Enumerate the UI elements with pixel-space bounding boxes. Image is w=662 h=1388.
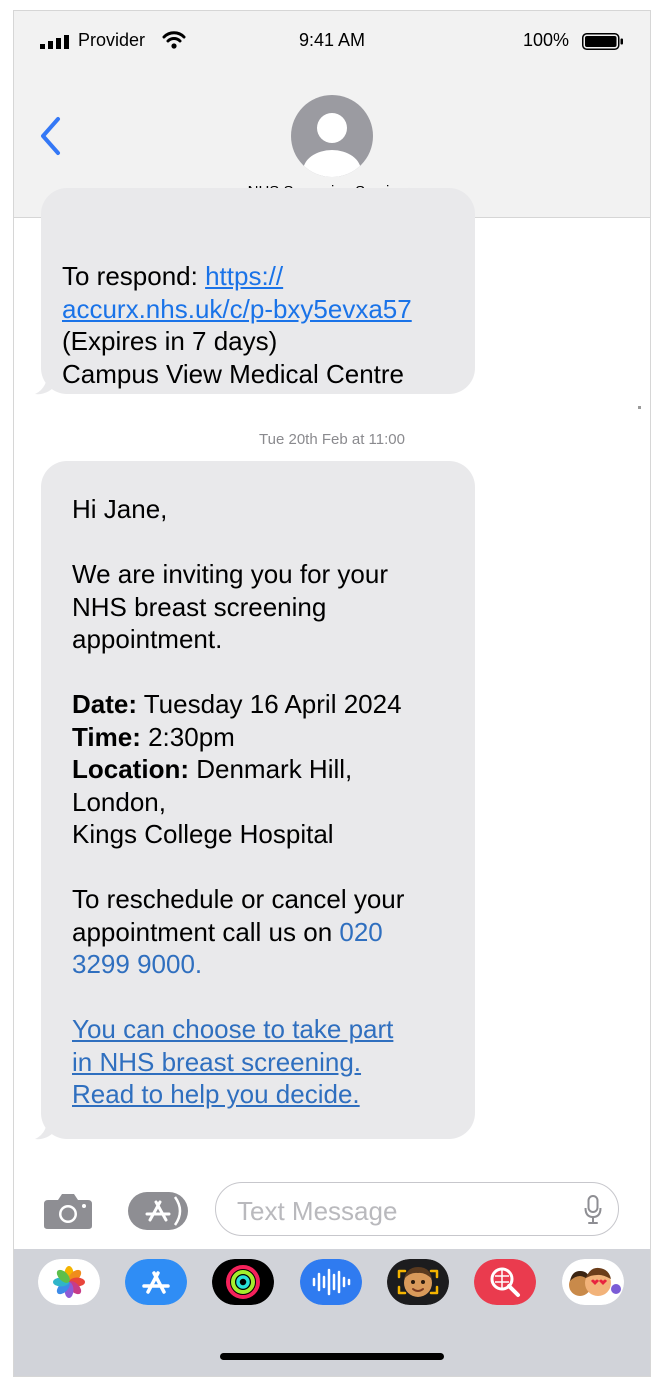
contact-avatar-icon[interactable]	[291, 95, 373, 177]
date-value: Tuesday 16 April 2024	[137, 689, 402, 719]
location-label: Location:	[72, 754, 189, 784]
message-text: Hi Jane, We are inviting you for your NH…	[72, 493, 467, 1111]
screening-info-link[interactable]: in NHS breast screening.	[72, 1047, 361, 1077]
image-search-app-icon[interactable]	[474, 1259, 536, 1305]
activity-app-icon[interactable]	[212, 1259, 274, 1305]
message-text: To respond: https:// accurx.nhs.uk/c/p-b…	[62, 260, 412, 390]
screening-info-link-line[interactable]: You can choose to take part	[72, 1013, 467, 1046]
incoming-message-bubble: To respond: https:// accurx.nhs.uk/c/p-b…	[41, 188, 475, 394]
location-value: Denmark Hill,	[189, 754, 353, 784]
location-line: London,	[72, 786, 166, 817]
reschedule-line: To reschedule or cancel your	[72, 884, 405, 914]
camera-icon[interactable]	[43, 1192, 93, 1230]
scroll-indicator	[638, 406, 641, 409]
phone-number-link[interactable]: 020	[339, 917, 382, 947]
bubble-tail-icon	[35, 375, 53, 395]
expiry-note: (Expires in 7 days)	[62, 326, 278, 356]
screening-info-link[interactable]: You can choose to take part	[72, 1014, 393, 1044]
status-bar: Provider 9:41 AM 100%	[14, 11, 650, 69]
app-store-app-icon[interactable]	[125, 1259, 187, 1305]
reschedule-line: appointment call us on 020	[72, 916, 467, 949]
screening-info-link[interactable]: Read to help you decide.	[72, 1079, 360, 1109]
app-store-icon[interactable]	[128, 1192, 188, 1230]
message-thread[interactable]: To respond: https:// accurx.nhs.uk/c/p-b…	[14, 188, 650, 1178]
audio-message-app-icon[interactable]	[300, 1259, 362, 1305]
compose-bar: Text Message	[14, 1179, 650, 1249]
back-chevron-icon[interactable]	[38, 115, 64, 157]
home-indicator[interactable]	[220, 1353, 444, 1360]
message-timestamp: Tue 20th Feb at 11:00	[259, 431, 405, 448]
invite-line: NHS breast screening	[72, 591, 327, 622]
location-row: Location: Denmark Hill,	[72, 753, 467, 786]
invite-line: We are inviting you for your	[72, 559, 388, 589]
memoji-stickers-app-icon[interactable]	[562, 1259, 624, 1305]
invite-line: appointment.	[72, 624, 223, 654]
bubble-tail-icon	[35, 1120, 53, 1140]
phone-number-link[interactable]: 3299 9000.	[72, 948, 467, 981]
battery-percentage: 100%	[523, 30, 570, 50]
time-value: 2:30pm	[140, 721, 235, 752]
time-row: Time: 2:30pm	[72, 721, 467, 754]
photos-app-icon[interactable]	[38, 1259, 100, 1305]
battery-icon	[582, 33, 623, 50]
date-label: Date:	[72, 689, 138, 719]
reschedule-text: appointment call us on	[72, 916, 340, 947]
screening-info-link-line[interactable]: Read to help you decide.	[72, 1078, 467, 1111]
greeting: Hi Jane,	[72, 494, 168, 524]
sender-signature: Campus View Medical Centre	[62, 358, 404, 389]
memoji-app-icon[interactable]	[387, 1259, 449, 1305]
message-input[interactable]: Text Message	[215, 1182, 619, 1236]
phone-screen: Provider 9:41 AM 100% N	[13, 10, 651, 1377]
incoming-message-bubble: Hi Jane, We are inviting you for your NH…	[41, 461, 475, 1139]
respond-line: To respond: https://	[62, 260, 412, 293]
time-label: Time:	[72, 721, 141, 752]
respond-link-part1[interactable]: https://	[205, 261, 283, 291]
imessage-app-drawer	[14, 1249, 650, 1376]
message-input-placeholder: Text Message	[237, 1196, 398, 1226]
screening-info-link-line[interactable]: in NHS breast screening.	[72, 1046, 467, 1079]
location-line: Kings College Hospital	[72, 819, 334, 849]
respond-label: To respond:	[62, 261, 206, 291]
respond-link-part2[interactable]: accurx.nhs.uk/c/p-bxy5evxa57	[62, 293, 412, 326]
microphone-icon[interactable]	[584, 1195, 602, 1225]
date-row: Date: Tuesday 16 April 2024	[72, 688, 467, 721]
